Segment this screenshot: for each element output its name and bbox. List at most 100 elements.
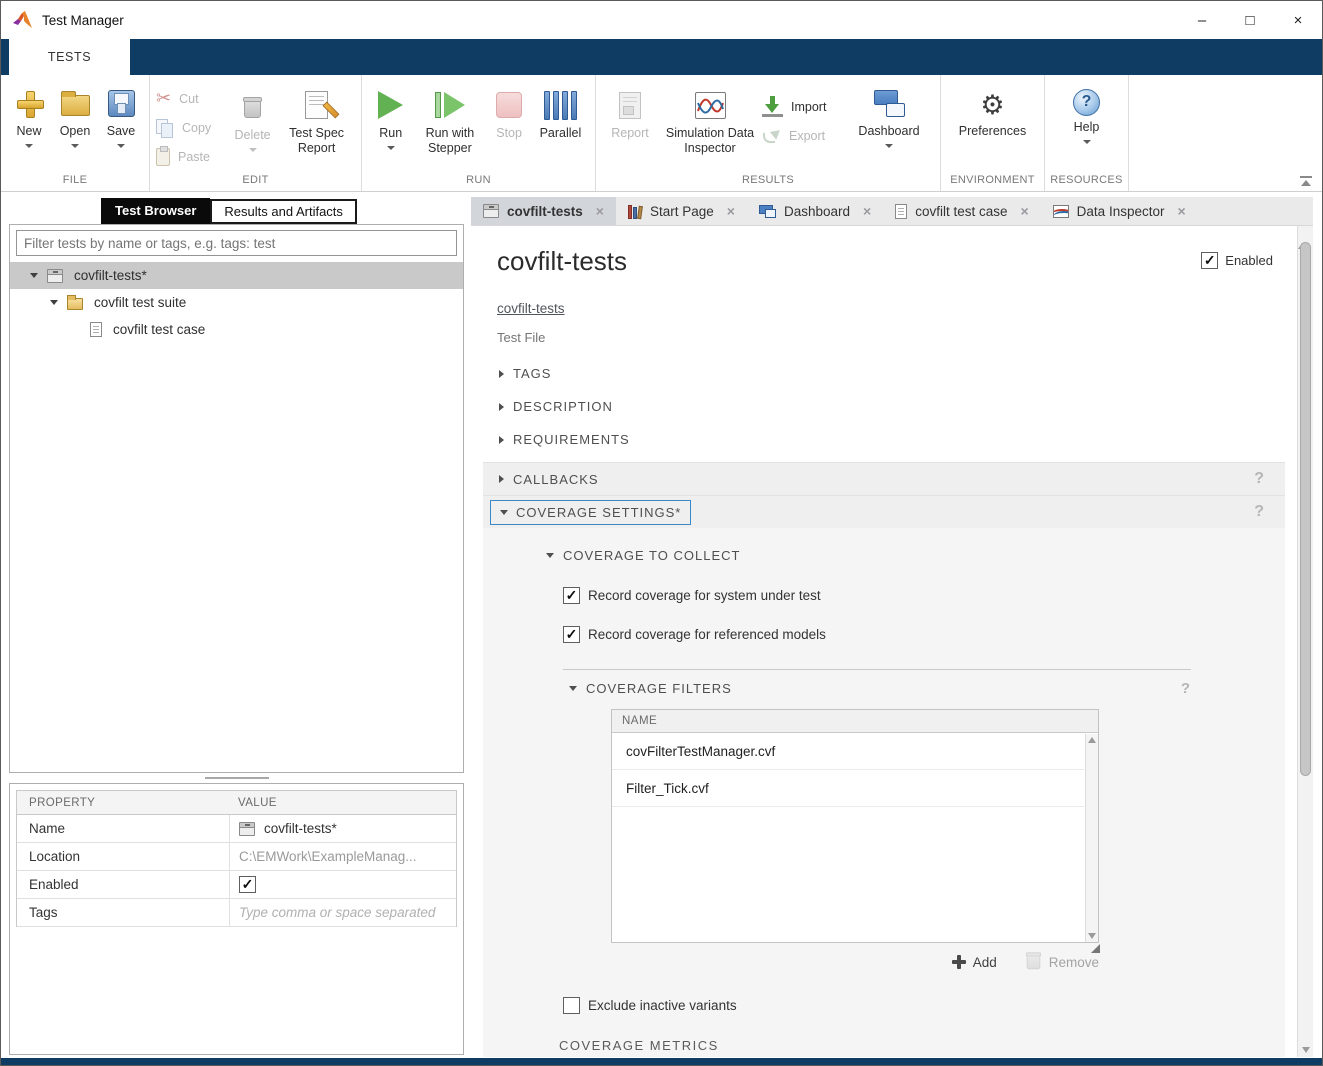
import-arrow-icon	[762, 96, 783, 117]
test-case-icon	[895, 204, 907, 219]
section-requirements[interactable]: REQUIREMENTS	[471, 423, 1297, 456]
doc-tab-dashboard[interactable]: Dashboard ×	[747, 197, 883, 225]
close-button[interactable]: ×	[1274, 1, 1322, 39]
property-table-header: PROPERTY VALUE	[17, 791, 456, 815]
remove-filter-button[interactable]: Remove	[1025, 953, 1099, 971]
coverage-to-collect-header[interactable]: COVERAGE TO COLLECT	[546, 548, 1285, 563]
close-icon[interactable]: ×	[1020, 203, 1028, 219]
minimize-button[interactable]: –	[1178, 1, 1226, 39]
copy-icon	[156, 119, 174, 137]
scrollbar-thumb[interactable]	[1300, 242, 1311, 776]
import-button[interactable]: Import	[762, 95, 846, 118]
group-results: Report Simulation Data Inspector Import …	[596, 75, 941, 191]
open-button[interactable]: Open	[51, 80, 99, 148]
scroll-up-icon[interactable]	[1088, 737, 1096, 743]
test-file-editor: ✓ Enabled covfilt-tests covfilt-tests Te…	[471, 226, 1313, 1057]
run-with-stepper-button[interactable]: Run with Stepper	[413, 80, 486, 156]
cut-button[interactable]: Cut	[156, 87, 227, 110]
trash-icon	[1026, 955, 1040, 969]
tab-tests[interactable]: TESTS	[9, 39, 130, 75]
help-button[interactable]: ? Help	[1057, 80, 1117, 144]
preferences-button[interactable]: Preferences	[947, 80, 1038, 139]
record-sut-checkbox[interactable]: ✓	[563, 587, 580, 604]
enabled-label: Enabled	[1225, 253, 1273, 268]
chevron-expanded-icon[interactable]	[30, 273, 38, 278]
maximize-button[interactable]: □	[1226, 1, 1274, 39]
delete-button[interactable]: Delete	[227, 80, 278, 152]
section-callbacks[interactable]: CALLBACKS ?	[483, 462, 1285, 495]
doc-tab-covfilt-test-case[interactable]: covfilt test case ×	[883, 197, 1040, 225]
export-button[interactable]: Export	[762, 124, 846, 147]
report-button[interactable]: Report	[602, 80, 658, 141]
exclude-variants-checkbox[interactable]	[563, 997, 580, 1014]
test-file-icon	[47, 269, 63, 283]
dashboard-button[interactable]: Dashboard	[846, 80, 932, 148]
collapse-ribbon-icon[interactable]	[1300, 176, 1312, 185]
enabled-checkbox[interactable]: ✓	[1201, 252, 1218, 269]
group-label-edit: EDIT	[150, 171, 361, 191]
title-bar: Test Manager – □ ×	[1, 1, 1322, 39]
tree-item-test-suite[interactable]: covfilt test suite	[10, 289, 463, 316]
tree-item-test-file[interactable]: covfilt-tests*	[10, 262, 463, 289]
scroll-down-icon[interactable]	[1088, 933, 1096, 939]
doc-tab-data-inspector[interactable]: Data Inspector ×	[1041, 197, 1198, 225]
main-scrollbar[interactable]	[1297, 226, 1313, 1057]
coverage-settings-focus: COVERAGE SETTINGS*	[490, 500, 691, 525]
section-list: TAGS DESCRIPTION REQUIREMENTS	[471, 357, 1297, 456]
property-row-tags[interactable]: Tags Type comma or space separated	[17, 899, 456, 927]
chevron-down-icon	[885, 144, 893, 148]
filter-tests-input[interactable]	[16, 230, 457, 256]
close-icon[interactable]: ×	[727, 203, 735, 219]
section-tags[interactable]: TAGS	[471, 357, 1297, 390]
coverage-metrics-header[interactable]: COVERAGE METRICS	[559, 1038, 1285, 1053]
section-coverage-settings[interactable]: COVERAGE SETTINGS* ?	[483, 495, 1285, 528]
property-row-enabled[interactable]: Enabled ✓	[17, 871, 456, 899]
divider	[563, 669, 1191, 670]
test-file-icon	[483, 204, 499, 218]
property-table: PROPERTY VALUE Name covfilt-tests* Locat…	[16, 790, 457, 927]
help-icon[interactable]: ?	[1181, 680, 1191, 697]
test-file-link[interactable]: covfilt-tests	[497, 301, 565, 316]
enabled-checkbox[interactable]: ✓	[239, 876, 256, 893]
panel-splitter[interactable]	[9, 773, 464, 783]
chevron-expanded-icon[interactable]	[50, 300, 58, 305]
chevron-down-icon	[71, 144, 79, 148]
test-spec-report-button[interactable]: Test Spec Report	[278, 80, 355, 156]
help-icon[interactable]: ?	[1254, 470, 1265, 488]
coverage-filters-header[interactable]: COVERAGE FILTERS ?	[569, 680, 1191, 697]
parallel-button[interactable]: Parallel	[532, 80, 589, 141]
property-row-location[interactable]: Location C:\EMWork\ExampleManag...	[17, 843, 456, 871]
filter-file-row[interactable]: Filter_Tick.cvf	[612, 770, 1084, 807]
filter-file-row[interactable]: covFilterTestManager.cvf	[612, 733, 1084, 770]
property-row-name[interactable]: Name covfilt-tests*	[17, 815, 456, 843]
chevron-down-icon	[117, 144, 125, 148]
tab-test-browser[interactable]: Test Browser	[101, 198, 210, 224]
matlab-logo-icon	[13, 11, 33, 29]
group-label-file: FILE	[1, 171, 149, 191]
table-scrollbar[interactable]	[1085, 734, 1098, 942]
tab-results-and-artifacts[interactable]: Results and Artifacts	[210, 199, 357, 224]
add-filter-button[interactable]: Add	[952, 955, 997, 970]
copy-button[interactable]: Copy	[156, 116, 227, 139]
help-icon[interactable]: ?	[1254, 503, 1265, 521]
record-sut-row: ✓ Record coverage for system under test	[563, 587, 1285, 604]
exclude-variants-row: Exclude inactive variants	[563, 997, 1285, 1014]
scroll-down-icon[interactable]	[1302, 1047, 1310, 1053]
section-description[interactable]: DESCRIPTION	[471, 390, 1297, 423]
tags-input[interactable]: Type comma or space separated	[229, 899, 456, 926]
stop-button[interactable]: Stop	[486, 80, 531, 141]
simulation-data-inspector-button[interactable]: Simulation Data Inspector	[658, 80, 762, 156]
run-button[interactable]: Run	[368, 80, 413, 150]
close-icon[interactable]: ×	[863, 203, 871, 219]
close-icon[interactable]: ×	[596, 203, 604, 219]
new-button[interactable]: New	[7, 80, 51, 148]
doc-tab-covfilt-tests[interactable]: covfilt-tests ×	[471, 197, 616, 225]
record-ref-checkbox[interactable]: ✓	[563, 626, 580, 643]
close-icon[interactable]: ×	[1177, 203, 1185, 219]
save-button[interactable]: Save	[99, 80, 143, 148]
doc-tab-start-page[interactable]: Start Page ×	[616, 197, 747, 225]
paste-button[interactable]: Paste	[156, 145, 227, 168]
browser-tab-strip: Test Browser Results and Artifacts	[9, 197, 464, 224]
resize-grip-icon[interactable]	[1091, 944, 1100, 953]
tree-item-test-case[interactable]: covfilt test case	[10, 316, 463, 343]
